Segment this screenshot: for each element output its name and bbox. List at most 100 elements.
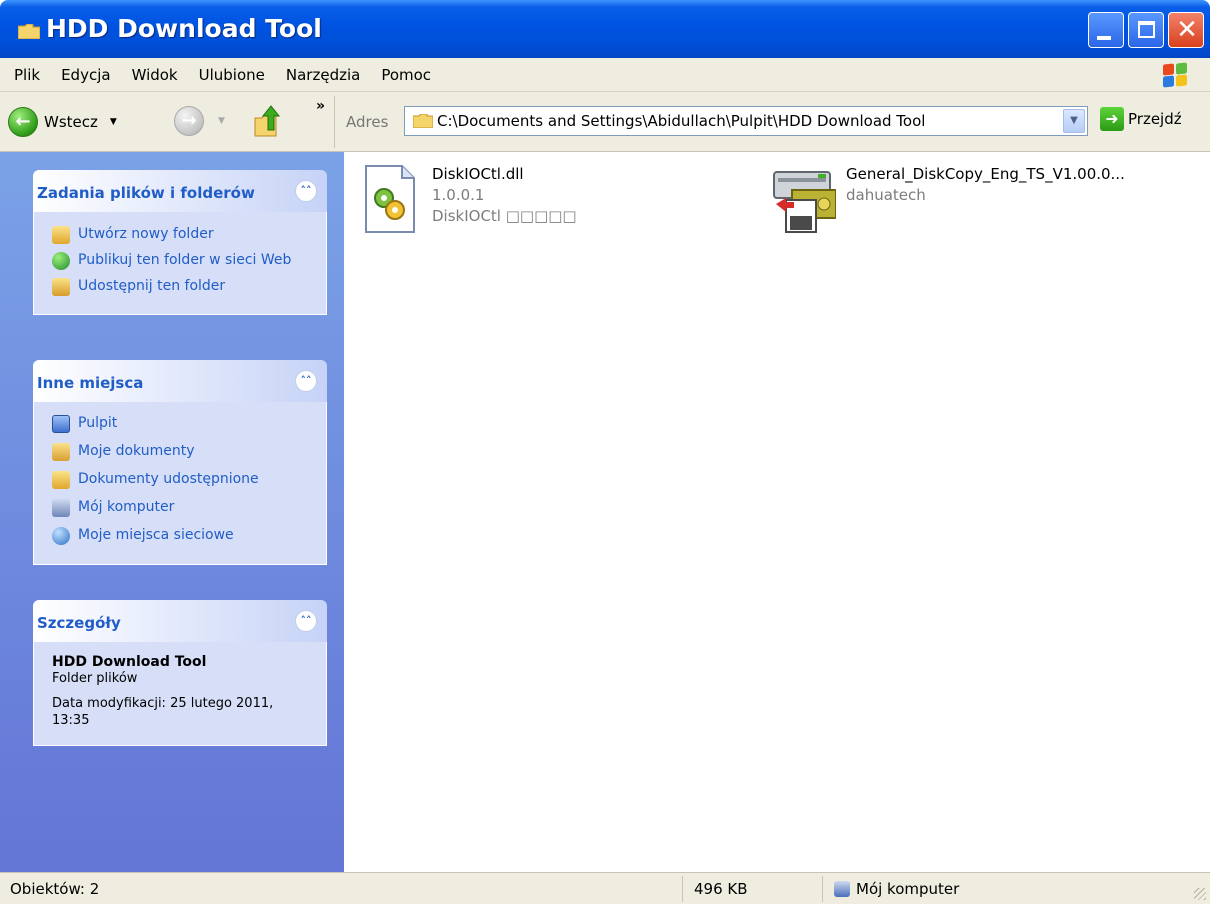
menu-edycja[interactable]: Edycja — [49, 66, 119, 84]
file-name: General_DiskCopy_Eng_TS_V1.00.0... — [846, 165, 1125, 183]
minimize-icon — [1097, 36, 1111, 40]
task-publish-web[interactable]: Publikuj ten folder w sieci Web — [34, 248, 326, 274]
place-desktop[interactable]: Pulpit — [34, 410, 326, 438]
status-location-label: Mój komputer — [856, 880, 960, 898]
details-panel: Szczegóły ˄˄ HDD Download Tool Folder pl… — [33, 600, 327, 746]
chevron-down-icon[interactable]: ▼ — [1063, 109, 1085, 133]
title-bar[interactable]: HDD Download Tool ✕ — [0, 0, 1210, 58]
folder-icon — [413, 114, 433, 128]
menu-ulubione[interactable]: Ulubione — [187, 66, 274, 84]
panel-header[interactable]: Szczegóły ˄˄ — [33, 600, 327, 642]
place-label: Mój komputer — [78, 499, 175, 515]
panel-header[interactable]: Zadania plików i folderów ˄˄ — [33, 170, 327, 212]
task-share-folder[interactable]: Udostępnij ten folder — [34, 274, 326, 300]
file-list: DiskIOCtl.dll 1.0.0.1 DiskIOCtl □□□□□ Ge… — [344, 152, 1210, 872]
details-modified: Data modyfikacji: 25 lutego 2011, 13:35 — [52, 696, 274, 728]
chevron-down-icon[interactable]: ▼ — [110, 117, 117, 127]
file-version: 1.0.0.1 — [432, 186, 485, 204]
go-label: Przejdź — [1128, 110, 1182, 128]
maximize-button[interactable] — [1128, 12, 1164, 48]
details-name: HDD Download Tool — [52, 654, 207, 670]
back-arrow-icon: ← — [8, 107, 38, 137]
toolbar: ← Wstecz ▼ → ▼ » Adres C:\Documents and … — [0, 92, 1210, 152]
status-separator — [682, 876, 683, 902]
place-my-documents[interactable]: Moje dokumenty — [34, 438, 326, 466]
window-title: HDD Download Tool — [46, 14, 322, 43]
collapse-icon[interactable]: ˄˄ — [295, 610, 317, 632]
go-button[interactable]: ➜ Przejdź — [1100, 107, 1182, 131]
task-label: Publikuj ten folder w sieci Web — [78, 252, 292, 268]
close-icon: ✕ — [1176, 15, 1198, 45]
task-pane: Zadania plików i folderów ˄˄ Utwórz nowy… — [0, 152, 344, 872]
place-label: Pulpit — [78, 415, 118, 431]
collapse-icon[interactable]: ˄˄ — [295, 370, 317, 392]
my-computer-icon — [834, 881, 850, 897]
address-label: Adres — [346, 113, 389, 131]
file-item[interactable]: General_DiskCopy_Eng_TS_V1.00.0... dahua… — [772, 164, 1125, 234]
menu-bar: Plik Edycja Widok Ulubione Narzędzia Pom… — [0, 58, 1210, 92]
task-new-folder[interactable]: Utwórz nowy folder — [34, 222, 326, 248]
status-separator — [822, 876, 823, 902]
details-type: Folder plików — [52, 671, 138, 686]
panel-title: Szczegóły — [37, 614, 121, 632]
place-shared-documents[interactable]: Dokumenty udostępnione — [34, 466, 326, 494]
place-network[interactable]: Moje miejsca sieciowe — [34, 522, 326, 550]
my-documents-icon — [52, 443, 70, 461]
network-places-icon — [52, 527, 70, 545]
panel-title: Inne miejsca — [37, 374, 144, 392]
address-input[interactable]: C:\Documents and Settings\Abidullach\Pul… — [437, 112, 925, 130]
back-button[interactable]: ← Wstecz ▼ — [8, 105, 117, 139]
forward-button[interactable]: → ▼ — [174, 106, 225, 136]
panel-body: Pulpit Moje dokumenty Dokumenty udostępn… — [33, 402, 327, 565]
status-location: Mój komputer — [834, 880, 959, 898]
collapse-icon[interactable]: ˄˄ — [295, 180, 317, 202]
file-name: DiskIOCtl.dll — [432, 165, 524, 183]
resize-grip[interactable] — [1194, 888, 1206, 900]
folder-up-icon[interactable] — [252, 104, 282, 138]
close-button[interactable]: ✕ — [1168, 12, 1204, 48]
menu-narzedzia[interactable]: Narzędzia — [274, 66, 369, 84]
share-folder-icon — [52, 278, 70, 296]
status-object-count: Obiektów: 2 — [10, 880, 100, 898]
maximize-icon — [1138, 21, 1155, 38]
back-label: Wstecz — [44, 113, 98, 131]
new-folder-icon — [52, 226, 70, 244]
panel-body: Utwórz nowy folder Publikuj ten folder w… — [33, 212, 327, 315]
panel-body: HDD Download Tool Folder plików Data mod… — [33, 642, 327, 746]
task-label: Utwórz nowy folder — [78, 226, 214, 242]
installer-exe-icon — [773, 171, 836, 233]
menu-pomoc[interactable]: Pomoc — [369, 66, 440, 84]
desktop-icon — [52, 415, 70, 433]
file-tasks-panel: Zadania plików i folderów ˄˄ Utwórz nowy… — [33, 170, 327, 315]
file-item[interactable]: DiskIOCtl.dll 1.0.0.1 DiskIOCtl □□□□□ — [362, 164, 577, 234]
toolbar-separator — [334, 96, 335, 148]
place-my-computer[interactable]: Mój komputer — [34, 494, 326, 522]
task-label: Udostępnij ten folder — [78, 278, 226, 294]
chevron-down-icon[interactable]: ▼ — [218, 116, 225, 126]
file-company: dahuatech — [846, 186, 926, 204]
my-computer-icon — [52, 499, 70, 517]
go-arrow-icon: ➜ — [1100, 107, 1124, 131]
toolbar-more-icon[interactable]: » — [316, 98, 325, 114]
menu-plik[interactable]: Plik — [0, 66, 49, 84]
other-places-panel: Inne miejsca ˄˄ Pulpit Moje dokumenty Do… — [33, 360, 327, 565]
status-bar: Obiektów: 2 496 KB Mój komputer — [0, 872, 1210, 904]
file-meta: General_DiskCopy_Eng_TS_V1.00.0... dahua… — [846, 164, 1125, 234]
windows-logo-icon — [1162, 62, 1188, 88]
minimize-button[interactable] — [1088, 12, 1124, 48]
place-label: Moje dokumenty — [78, 443, 195, 459]
shared-documents-icon — [52, 471, 70, 489]
dll-file-icon — [365, 165, 415, 233]
folder-icon — [18, 24, 40, 39]
forward-arrow-icon: → — [174, 106, 204, 136]
publish-web-icon — [52, 252, 70, 270]
file-meta: DiskIOCtl.dll 1.0.0.1 DiskIOCtl □□□□□ — [432, 164, 577, 234]
status-size: 496 KB — [694, 880, 748, 898]
place-label: Moje miejsca sieciowe — [78, 527, 234, 543]
file-description: DiskIOCtl □□□□□ — [432, 207, 577, 225]
place-label: Dokumenty udostępnione — [78, 471, 259, 487]
panel-title: Zadania plików i folderów — [37, 184, 255, 202]
address-bar[interactable]: C:\Documents and Settings\Abidullach\Pul… — [404, 106, 1088, 136]
menu-widok[interactable]: Widok — [120, 66, 187, 84]
panel-header[interactable]: Inne miejsca ˄˄ — [33, 360, 327, 402]
